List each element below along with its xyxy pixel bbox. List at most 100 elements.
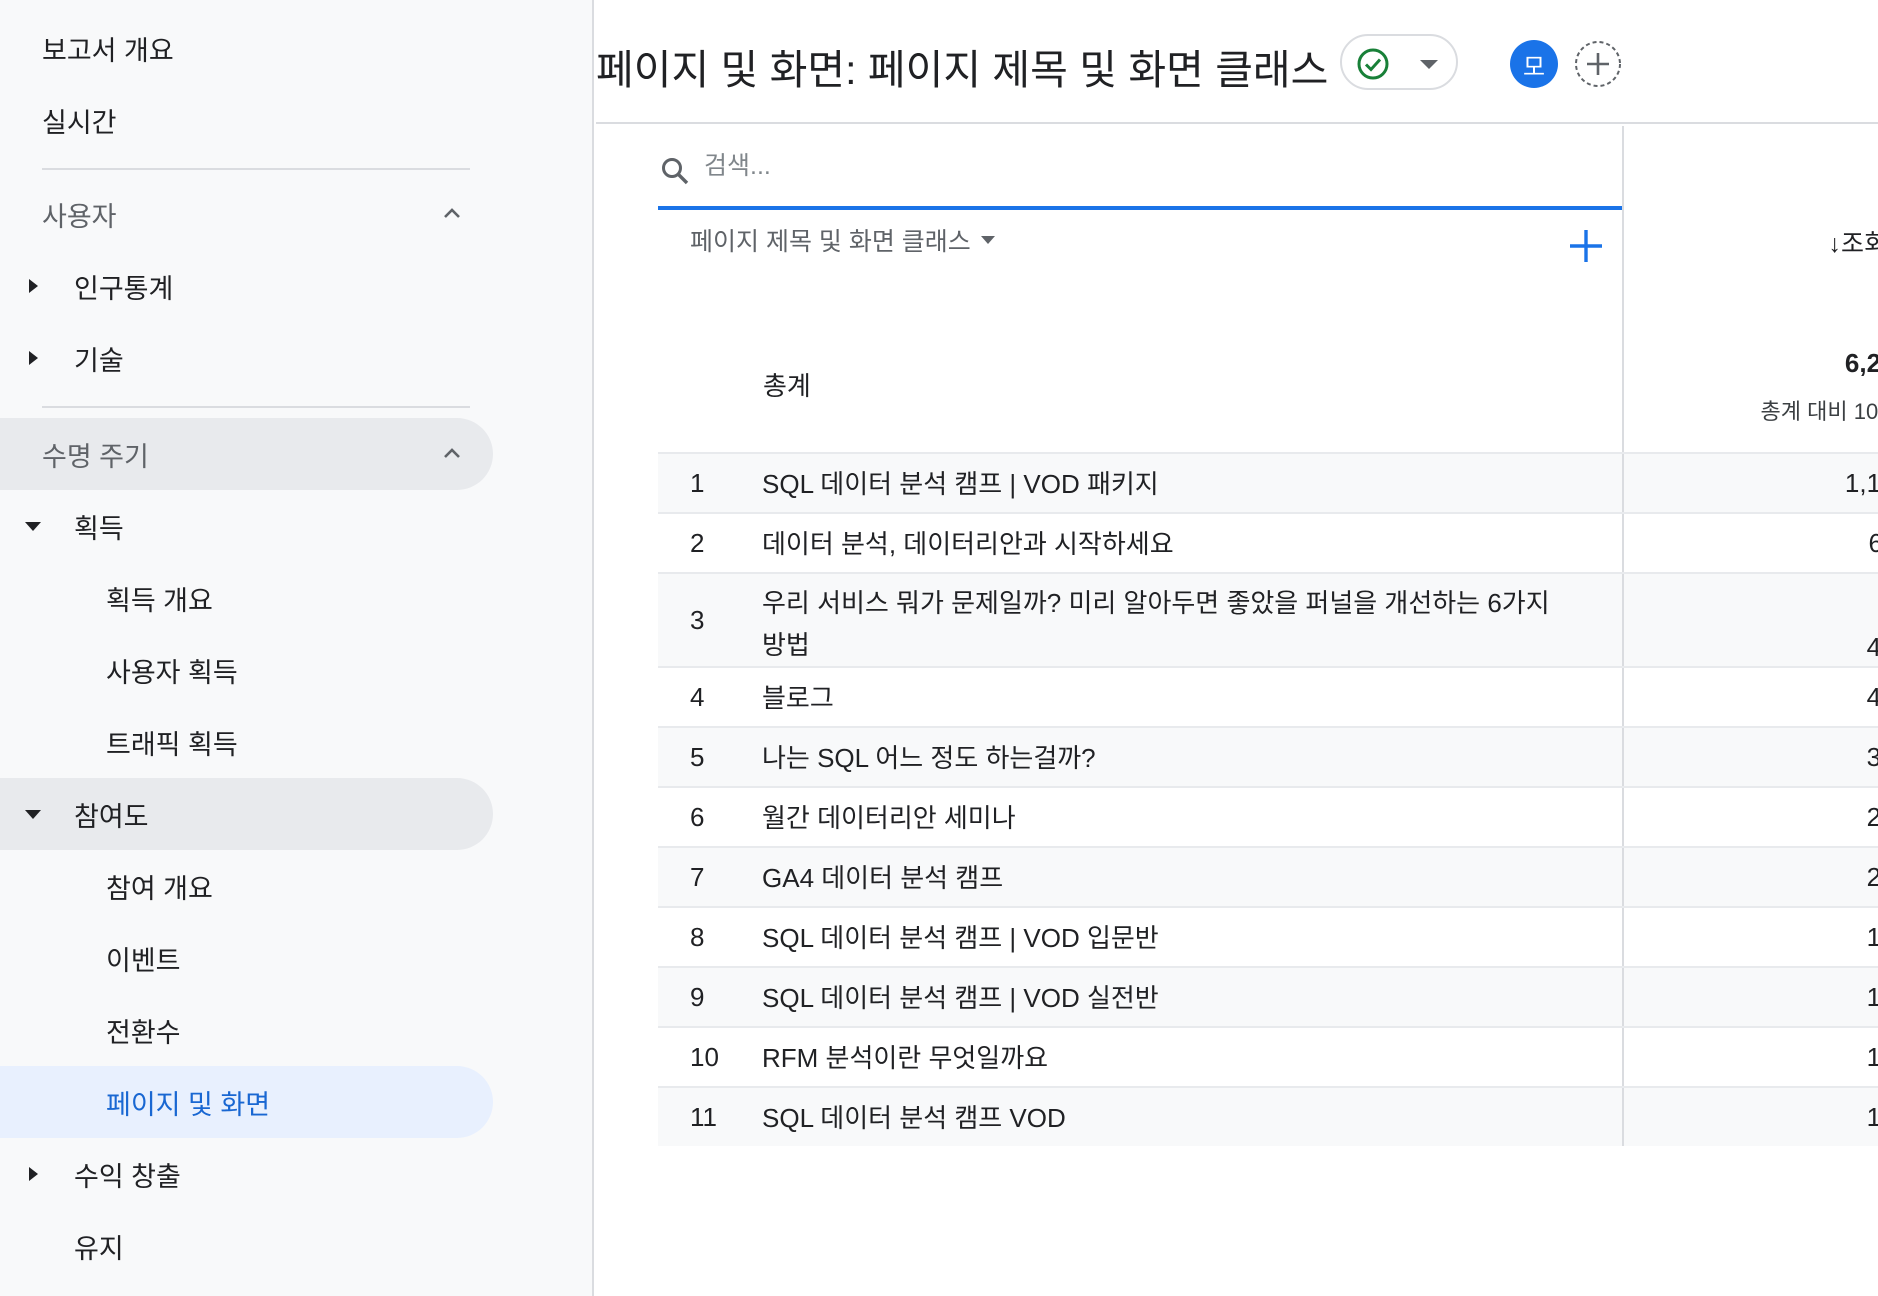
row-index: 7 xyxy=(690,862,705,892)
row-page-title[interactable]: SQL 데이터 분석 캠프 | VOD 입문반 xyxy=(762,917,1572,959)
row-views-value: 177 xyxy=(1866,922,1878,952)
column-divider xyxy=(1622,336,1624,452)
nav-label: 이벤트 xyxy=(106,945,181,976)
table-body: 1 SQL 데이터 분석 캠프 | VOD 패키지 1,136 2 데이터 분석, 데이… xyxy=(658,452,1878,1146)
table-row[interactable]: 8 SQL 데이터 분석 캠프 | VOD 입문반 177 xyxy=(658,906,1878,966)
caret-right-icon xyxy=(24,1165,42,1183)
row-views-value: 495 xyxy=(1866,632,1878,662)
column-divider xyxy=(1622,728,1624,786)
table-row[interactable]: 3 우리 서비스 뭐가 문제일까? 미리 알아두면 좋았을 퍼널을 개선하는 6가… xyxy=(658,572,1878,666)
nav-label: 사용자 획득 xyxy=(106,657,238,688)
row-index: 4 xyxy=(690,682,705,712)
row-views-value: 478 xyxy=(1866,682,1878,712)
row-index: 1 xyxy=(690,468,705,498)
sidebar-divider xyxy=(42,406,470,408)
sidebar: 보고서 개요 실시간 사용자 인구통계 기술 수명 주기 획득 획득 개요 사용… xyxy=(0,0,594,1296)
nav-label: 획득 개요 xyxy=(106,585,213,616)
table-row[interactable]: 2 데이터 분석, 데이터리안과 시작하세요 611 xyxy=(658,512,1878,572)
metric-column-header-views[interactable]: ↓조회수 xyxy=(1726,224,1878,260)
row-index: 5 xyxy=(690,742,705,772)
nav-item-acquisition[interactable]: 획득 xyxy=(0,490,493,562)
row-views-value: 611 xyxy=(1868,528,1878,558)
add-dimension-button[interactable] xyxy=(1566,226,1606,266)
column-divider xyxy=(1622,126,1624,336)
row-page-title[interactable]: 데이터 분석, 데이터리안과 시작하세요 xyxy=(762,523,1572,565)
nav-item-pages-screens[interactable]: 페이지 및 화면 xyxy=(0,1066,493,1138)
row-page-title[interactable]: 블로그 xyxy=(762,677,1572,719)
column-divider xyxy=(1622,1088,1624,1146)
row-index: 8 xyxy=(690,922,705,952)
caret-right-icon xyxy=(24,277,42,295)
nav-item-engagement[interactable]: 참여도 xyxy=(0,778,493,850)
row-page-title[interactable]: SQL 데이터 분석 캠프 VOD xyxy=(762,1097,1572,1139)
row-index: 10 xyxy=(690,1042,719,1072)
total-value: 6,257 xyxy=(1844,348,1878,378)
dropdown-arrow-icon xyxy=(980,236,995,244)
search-input[interactable] xyxy=(704,144,1584,188)
row-page-title[interactable]: 나는 SQL 어느 정도 하는걸까? xyxy=(762,737,1572,779)
total-percent: 총계 대비 100% xyxy=(1760,399,1878,424)
nav-item-report-overview[interactable]: 보고서 개요 xyxy=(0,12,493,84)
table-row[interactable]: 10 RFM 분석이란 무엇일까요 151 xyxy=(658,1026,1878,1086)
report-table: 페이지 제목 및 화면 클래스 ↓조회수 총계 6,257 총계 대비 100%… xyxy=(596,126,1878,1296)
table-row[interactable]: 4 블로그 478 xyxy=(658,666,1878,726)
nav-label: 기술 xyxy=(74,345,124,376)
nav-item-traffic-acquisition[interactable]: 트래픽 획득 xyxy=(0,706,493,778)
row-views-value: 309 xyxy=(1866,742,1878,772)
row-views-value: 202 xyxy=(1866,862,1878,892)
search-bar xyxy=(658,126,1622,210)
row-index: 3 xyxy=(690,605,705,635)
nav-section-lifecycle[interactable]: 수명 주기 xyxy=(0,418,493,490)
table-row[interactable]: 9 SQL 데이터 분석 캠프 | VOD 실전반 160 xyxy=(658,966,1878,1026)
table-row[interactable]: 7 GA4 데이터 분석 캠프 202 xyxy=(658,846,1878,906)
row-page-title[interactable]: GA4 데이터 분석 캠프 xyxy=(762,857,1572,899)
row-page-title[interactable]: 우리 서비스 뭐가 문제일까? 미리 알아두면 좋았을 퍼널을 개선하는 6가지… xyxy=(762,582,1572,666)
nav-label: 전환수 xyxy=(106,1017,181,1048)
comparison-avatar[interactable]: 모 xyxy=(1510,40,1558,88)
dimension-column-header[interactable]: 페이지 제목 및 화면 클래스 xyxy=(690,222,995,258)
nav-item-events[interactable]: 이벤트 xyxy=(0,922,493,994)
table-row[interactable]: 11 SQL 데이터 분석 캠프 VOD 146 xyxy=(658,1086,1878,1146)
nav-item-tech[interactable]: 기술 xyxy=(0,322,493,394)
nav-label: 획득 xyxy=(74,513,124,544)
add-comparison-icon[interactable] xyxy=(1572,38,1624,90)
table-row[interactable]: 6 월간 데이터리안 세미나 278 xyxy=(658,786,1878,846)
nav-item-realtime[interactable]: 실시간 xyxy=(0,84,493,156)
row-views-value: 278 xyxy=(1866,802,1878,832)
column-divider xyxy=(1622,1028,1624,1086)
report-header: 페이지 및 화면: 페이지 제목 및 화면 클래스 모 xyxy=(596,0,1878,124)
page-title: 페이지 및 화면: 페이지 제목 및 화면 클래스 xyxy=(596,47,1329,93)
table-row[interactable]: 1 SQL 데이터 분석 캠프 | VOD 패키지 1,136 xyxy=(658,452,1878,512)
row-page-title[interactable]: RFM 분석이란 무엇일까요 xyxy=(762,1037,1572,1079)
nav-label: 유지 xyxy=(74,1233,124,1264)
nav-label: 보고서 개요 xyxy=(42,35,174,66)
column-divider xyxy=(1622,574,1624,666)
row-views-value: 1,136 xyxy=(1844,468,1878,498)
caret-right-icon xyxy=(24,349,42,367)
nav-item-demographics[interactable]: 인구통계 xyxy=(0,250,493,322)
nav-item-monetization[interactable]: 수익 창출 xyxy=(0,1138,493,1210)
row-index: 6 xyxy=(690,802,705,832)
nav-label: 트래픽 획득 xyxy=(106,729,238,760)
nav-label: 참여도 xyxy=(74,801,149,832)
nav-item-acquisition-overview[interactable]: 획득 개요 xyxy=(0,562,493,634)
row-page-title[interactable]: SQL 데이터 분석 캠프 | VOD 패키지 xyxy=(762,463,1572,505)
nav-section-user[interactable]: 사용자 xyxy=(0,178,493,250)
nav-label: 수명 주기 xyxy=(42,441,149,472)
nav-item-engagement-overview[interactable]: 참여 개요 xyxy=(0,850,493,922)
column-divider xyxy=(1622,908,1624,966)
total-label: 총계 xyxy=(763,371,811,401)
row-page-title[interactable]: SQL 데이터 분석 캠프 | VOD 실전반 xyxy=(762,977,1572,1019)
dimension-header-label: 페이지 제목 및 화면 클래스 xyxy=(690,228,971,256)
nav-item-retention[interactable]: 유지 xyxy=(0,1210,493,1282)
nav-item-user-acquisition[interactable]: 사용자 획득 xyxy=(0,634,493,706)
row-page-title[interactable]: 월간 데이터리안 세미나 xyxy=(762,797,1572,839)
dropdown-arrow-icon xyxy=(1420,60,1438,69)
column-divider xyxy=(1622,788,1624,846)
report-status-chip[interactable] xyxy=(1340,34,1458,90)
table-row[interactable]: 5 나는 SQL 어느 정도 하는걸까? 309 xyxy=(658,726,1878,786)
nav-item-conversions[interactable]: 전환수 xyxy=(0,994,493,1066)
caret-down-icon xyxy=(24,805,42,823)
chevron-up-icon xyxy=(444,208,460,218)
row-views-value: 146 xyxy=(1866,1102,1878,1132)
